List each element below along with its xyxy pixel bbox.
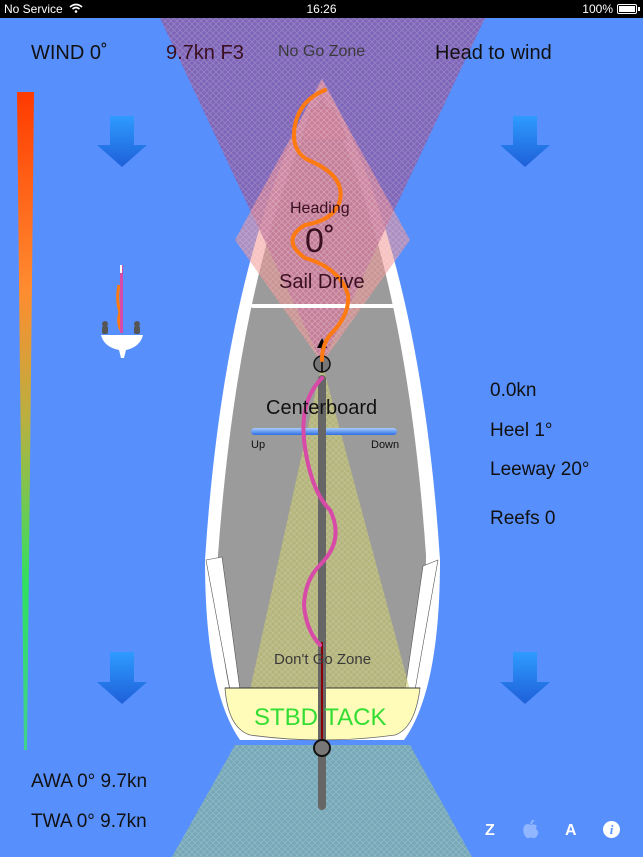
heel-readout: Heel 1° xyxy=(490,420,553,441)
no-go-zone-label: No Go Zone xyxy=(278,43,366,60)
tack-button[interactable]: STBD TACK xyxy=(254,704,386,732)
wind-arrow-icon xyxy=(500,652,550,704)
leeway-readout: Leeway 20° xyxy=(490,459,590,480)
rudder-knob[interactable] xyxy=(313,739,331,757)
reefs-readout[interactable]: Reefs 0 xyxy=(490,508,555,530)
boat-speed: 0.0kn xyxy=(490,380,537,401)
wind-arrow-icon xyxy=(97,652,147,704)
zoom-button[interactable]: Z xyxy=(485,822,495,840)
status-bar: No Service 16:26 100% xyxy=(0,0,643,18)
wind-direction: WIND 0˚ xyxy=(31,42,108,64)
sail-drive-label: Sail Drive xyxy=(279,271,365,293)
apple-icon[interactable] xyxy=(522,819,540,845)
wind-strength-bar xyxy=(17,92,34,750)
auto-button[interactable]: A xyxy=(565,822,577,840)
heel-indicator-icon xyxy=(101,265,143,358)
wind-speed: 9.7kn F3 xyxy=(166,42,244,64)
clock: 16:26 xyxy=(306,2,337,16)
wind-arrow-icon xyxy=(500,116,550,167)
centerboard-down-label: Down xyxy=(371,439,400,451)
sail-drive-slider[interactable] xyxy=(251,304,397,308)
centerboard-up-label: Up xyxy=(251,439,266,451)
awa-readout: AWA 0° 9.7kn xyxy=(31,771,148,792)
battery-icon xyxy=(617,4,640,14)
heading-label: Heading xyxy=(290,200,350,217)
centerboard-label: Centerboard xyxy=(266,397,378,419)
dont-go-zone-label: Don't Go Zone xyxy=(274,651,372,668)
battery-percent: 100% xyxy=(582,2,613,16)
info-icon[interactable]: i xyxy=(603,821,620,838)
wind-arrow-icon xyxy=(97,116,147,167)
heading-value: 0˚ xyxy=(305,222,336,260)
point-of-sail: Head to wind xyxy=(435,42,552,64)
twa-readout: TWA 0° 9.7kn xyxy=(31,811,147,832)
